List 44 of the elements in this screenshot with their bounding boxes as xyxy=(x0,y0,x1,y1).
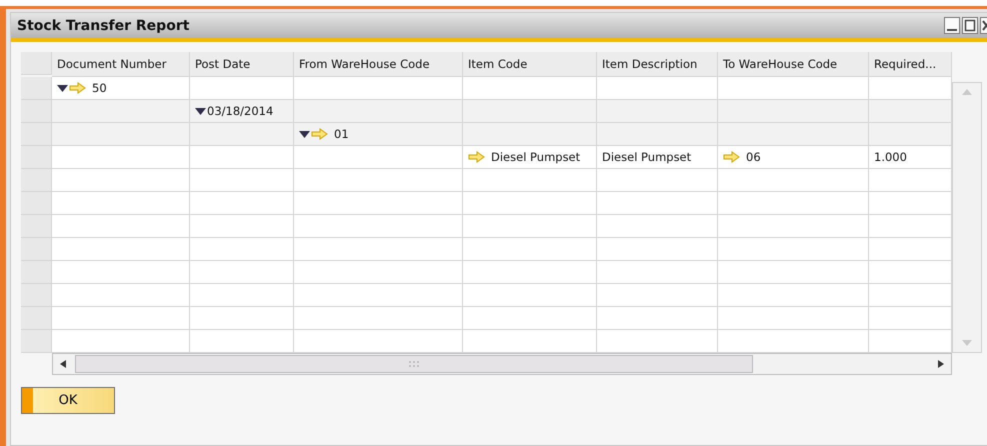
collapse-triangle-icon[interactable] xyxy=(57,84,68,92)
column-header[interactable]: To WareHouse Code xyxy=(718,52,869,77)
column-header[interactable]: From WareHouse Code xyxy=(294,52,463,77)
grip-icon xyxy=(408,360,420,368)
column-header[interactable]: Post Date xyxy=(190,52,294,77)
table-row[interactable]: 50 xyxy=(21,77,952,100)
row-header[interactable] xyxy=(21,261,52,284)
minimize-icon[interactable] xyxy=(944,17,960,34)
row-header[interactable] xyxy=(21,77,52,100)
cell-text: 50 xyxy=(92,81,107,95)
row-header[interactable] xyxy=(21,169,52,192)
row-header[interactable] xyxy=(21,307,52,330)
column-header[interactable]: Required... xyxy=(869,52,952,77)
column-header[interactable]: Item Description xyxy=(597,52,718,77)
table-row[interactable]: 03/18/2014 xyxy=(21,100,952,123)
header-corner xyxy=(21,52,52,75)
table-row[interactable]: 01 xyxy=(21,123,952,146)
scroll-down-icon[interactable] xyxy=(960,339,974,348)
window-title: Stock Transfer Report xyxy=(17,18,190,34)
row-header[interactable] xyxy=(21,100,52,123)
arrow-icon[interactable] xyxy=(723,151,740,163)
cell-text: Diesel Pumpset xyxy=(491,150,580,164)
table-row[interactable]: Diesel Pumpset Diesel Pumpset 06 1.000 xyxy=(21,146,952,169)
arrow-icon[interactable] xyxy=(468,151,485,163)
scrollbar-thumb[interactable] xyxy=(75,355,753,373)
row-header[interactable] xyxy=(21,192,52,215)
cell-text: 06 xyxy=(746,150,761,164)
cell-text: 03/18/2014 xyxy=(207,104,274,118)
cell-text: 1.000 xyxy=(874,150,907,164)
row-header[interactable] xyxy=(21,146,52,169)
column-header[interactable]: Item Code xyxy=(463,52,597,77)
maximize-icon[interactable] xyxy=(962,17,978,34)
scroll-up-icon[interactable] xyxy=(960,87,974,96)
row-header[interactable] xyxy=(21,215,52,238)
row-header[interactable] xyxy=(21,123,52,146)
close-icon[interactable] xyxy=(980,17,987,34)
cell-text: 01 xyxy=(334,127,349,141)
row-header[interactable] xyxy=(21,284,52,307)
cell-text: Diesel Pumpset xyxy=(602,150,692,164)
collapse-triangle-icon[interactable] xyxy=(299,130,310,138)
row-header[interactable] xyxy=(21,238,52,261)
collapse-triangle-icon[interactable] xyxy=(195,108,206,114)
column-header[interactable]: Document Number xyxy=(52,52,190,77)
ok-button[interactable]: OK xyxy=(21,387,115,414)
